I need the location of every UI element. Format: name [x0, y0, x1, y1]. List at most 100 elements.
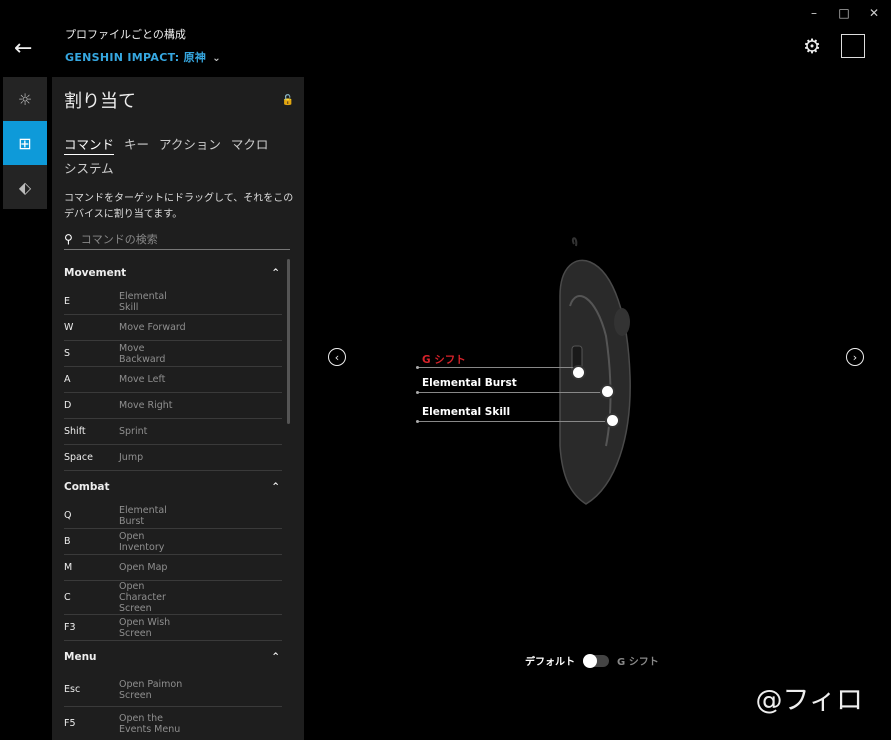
section-title: Movement: [64, 267, 127, 279]
chevron-up-icon: ⌃: [271, 481, 280, 493]
list-item[interactable]: Shift Sprint: [64, 419, 282, 445]
mouse-image: [559, 237, 631, 505]
toggle-default-label: デフォルト: [525, 657, 575, 668]
skill-line: [418, 421, 610, 422]
row-key: Esc: [64, 684, 81, 695]
minimize-button[interactable]: –: [807, 6, 821, 20]
line-end: [416, 366, 419, 369]
watermark: @フィロ: [755, 685, 863, 716]
mouse-body: [559, 259, 631, 505]
list-item[interactable]: D Move Right: [64, 393, 282, 419]
row-action: Move Left: [119, 374, 166, 385]
tab-macros[interactable]: マクロ: [231, 137, 269, 152]
row-action: Elemental Skill: [119, 290, 167, 313]
list-item[interactable]: S Move Backward: [64, 341, 282, 367]
list-item[interactable]: Esc Open Paimon Screen: [64, 673, 282, 707]
mode-toggle: デフォルト G シフト: [525, 653, 659, 668]
device-square-icon[interactable]: [841, 34, 865, 58]
close-button[interactable]: ✕: [867, 6, 881, 20]
previous-view-button[interactable]: ‹: [328, 348, 346, 366]
mode-switch[interactable]: [583, 653, 609, 668]
profile-header: プロファイルごとの構成 GENSHIN IMPACT: 原神 ⌄: [65, 26, 221, 65]
tab-commands[interactable]: コマンド: [64, 137, 115, 155]
page-title: プロファイルごとの構成: [65, 28, 186, 41]
row-key: Space: [64, 452, 93, 463]
list-item[interactable]: Space Jump: [64, 445, 282, 471]
gshift-line: [418, 367, 578, 368]
maximize-button[interactable]: □: [837, 6, 851, 20]
switch-knob: [583, 653, 597, 668]
chevron-up-icon: ⌃: [271, 651, 280, 663]
line-end: [416, 391, 419, 394]
section-menu[interactable]: Menu ⌃: [52, 641, 292, 673]
skill-label[interactable]: Elemental Skill: [422, 406, 510, 418]
game-name: GENSHIN IMPACT: 原神: [65, 51, 207, 64]
gear-icon[interactable]: ⚙: [803, 34, 821, 58]
sidebar: ☼ ⊞ ⬖: [3, 77, 47, 209]
gshift-dot[interactable]: [573, 367, 584, 378]
row-key: A: [64, 374, 71, 385]
dpi-icon[interactable]: ⬖: [3, 165, 47, 209]
list-item[interactable]: F3 Open Wish Screen: [64, 615, 282, 641]
list-item[interactable]: Q Elemental Burst: [64, 503, 282, 529]
row-action: Open Character Screen: [119, 581, 166, 614]
section-combat[interactable]: Combat ⌃: [52, 471, 292, 503]
search-input[interactable]: ⚲ コマンドの検索: [64, 229, 290, 250]
tab-keys[interactable]: キー: [124, 137, 149, 152]
assignments-panel: 割り当て 🔓 コマンド キー アクション マクロ システム コマンドをターゲットにドラッ…: [52, 77, 304, 740]
row-action: Jump: [119, 452, 144, 463]
chevron-up-icon: ⌃: [271, 267, 280, 279]
scrollbar[interactable]: [287, 259, 290, 424]
panel-title: 割り当て: [64, 91, 136, 112]
tab-actions[interactable]: アクション: [159, 137, 221, 152]
list-item[interactable]: C Open Character Screen: [64, 581, 282, 615]
row-key: F3: [64, 622, 76, 633]
burst-label[interactable]: Elemental Burst: [422, 377, 517, 389]
section-movement[interactable]: Movement ⌃: [52, 257, 292, 289]
skill-dot[interactable]: [607, 415, 618, 426]
section-title: Combat: [64, 481, 110, 493]
row-key: Q: [64, 510, 72, 521]
row-key: D: [64, 400, 72, 411]
row-key: Shift: [64, 426, 86, 437]
tabs: コマンド キー アクション マクロシステム: [64, 133, 294, 181]
game-selector[interactable]: GENSHIN IMPACT: 原神 ⌄: [65, 49, 221, 65]
row-action: Move Backward: [119, 342, 166, 365]
row-key: S: [64, 348, 71, 359]
row-key: C: [64, 592, 71, 603]
row-action: Open Wish Screen: [119, 616, 171, 639]
mouse-wheel: [614, 308, 630, 336]
lighting-icon[interactable]: ☼: [3, 77, 47, 121]
section-title: Menu: [64, 651, 97, 663]
command-list: Movement ⌃ E Elemental Skill W Move Forward…: [52, 257, 292, 740]
row-key: B: [64, 536, 71, 547]
list-item[interactable]: F5 Open the Events Menu: [64, 707, 282, 740]
list-item[interactable]: A Move Left: [64, 367, 282, 393]
assignments-icon[interactable]: ⊞: [3, 121, 47, 165]
list-item[interactable]: E Elemental Skill: [64, 289, 282, 315]
next-view-button[interactable]: ›: [846, 348, 864, 366]
row-action: Open Paimon Screen: [119, 678, 183, 701]
row-action: Move Right: [119, 400, 173, 411]
row-action: Open the Events Menu: [119, 712, 181, 735]
tab-system[interactable]: システム: [64, 161, 114, 176]
row-action: Move Forward: [119, 322, 186, 333]
list-item[interactable]: B Open Inventory: [64, 529, 282, 555]
gshift-label[interactable]: G シフト: [422, 352, 466, 367]
mouse-cable: [571, 237, 578, 247]
row-key: W: [64, 322, 74, 333]
window-controls: – □ ✕: [807, 6, 881, 20]
line-end: [416, 420, 419, 423]
search-icon: ⚲: [64, 232, 73, 246]
row-key: F5: [64, 718, 76, 729]
back-arrow-icon[interactable]: ←: [14, 36, 32, 61]
row-key: M: [64, 562, 73, 573]
burst-dot[interactable]: [602, 386, 613, 397]
lock-icon[interactable]: 🔓: [282, 95, 294, 106]
row-action: Elemental Burst: [119, 504, 167, 527]
list-item[interactable]: W Move Forward: [64, 315, 282, 341]
list-item[interactable]: M Open Map: [64, 555, 282, 581]
toggle-gshift-label: G シフト: [617, 657, 659, 668]
row-action: Open Map: [119, 562, 168, 573]
top-right-tools: ⚙: [803, 34, 865, 58]
